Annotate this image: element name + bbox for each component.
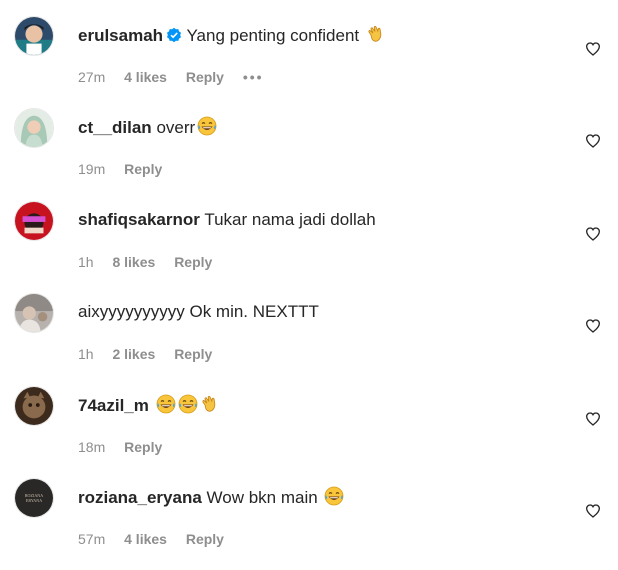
comment-time: 1h — [78, 254, 94, 270]
comment-list: erulsamah Yang penting confident 27m 4 l… — [0, 0, 618, 547]
comment-body: ct__dilan overr — [78, 116, 217, 142]
comment-meta: 57m 4 likes Reply — [78, 530, 239, 548]
likes-count[interactable]: 4 likes — [124, 69, 167, 85]
comment-time: 27m — [78, 69, 106, 85]
comment-body: erulsamah Yang penting confident — [78, 24, 386, 50]
username[interactable]: aixyyyyyyyyyy — [78, 302, 185, 321]
username[interactable]: erulsamah — [78, 26, 163, 45]
comment-text: overr — [156, 118, 196, 137]
tears-of-joy-emoji — [156, 394, 176, 420]
tears-of-joy-emoji — [178, 394, 198, 420]
heart-outline-icon[interactable] — [585, 133, 601, 149]
comment-text: Yang penting confident — [186, 26, 360, 45]
reply-button[interactable]: Reply — [174, 346, 212, 362]
username[interactable]: 74azil_m — [78, 396, 149, 415]
comment-item: ROZIANA ERYANA roziana_eryana Wow bkn ma… — [0, 478, 618, 570]
username[interactable]: roziana_eryana — [78, 488, 202, 507]
comment-item: erulsamah Yang penting confident 27m 4 l… — [0, 16, 618, 108]
avatar[interactable] — [14, 108, 54, 148]
comment-body: 74azil_m — [78, 394, 220, 420]
likes-count[interactable]: 2 likes — [112, 346, 155, 362]
reply-button[interactable]: Reply — [186, 531, 224, 547]
comment-text: Ok min. NEXTTT — [189, 302, 319, 321]
comment-meta: 1h 8 likes Reply — [78, 253, 227, 271]
comment-item: ct__dilan overr 19m Reply — [0, 108, 618, 200]
comment-body: shafiqsakarnor Tukar nama jadi dollah — [78, 209, 376, 231]
comment-time: 57m — [78, 531, 106, 547]
heart-outline-icon[interactable] — [585, 226, 601, 242]
reply-button[interactable]: Reply — [186, 69, 224, 85]
tears-of-joy-emoji — [197, 116, 217, 142]
more-options-button[interactable]: ••• — [243, 69, 264, 85]
clap-hands-emoji — [200, 394, 220, 420]
comment-text: Wow bkn main — [206, 488, 318, 507]
avatar-logo-text: ERYANA — [26, 498, 42, 503]
heart-outline-icon[interactable] — [585, 41, 601, 57]
avatar[interactable] — [14, 16, 54, 56]
reply-button[interactable]: Reply — [174, 254, 212, 270]
comment-meta: 1h 2 likes Reply — [78, 345, 227, 363]
verified-badge-icon — [166, 27, 182, 49]
heart-outline-icon[interactable] — [585, 503, 601, 519]
comment-body: roziana_eryana Wow bkn main — [78, 486, 344, 512]
username[interactable]: ct__dilan — [78, 118, 152, 137]
comment-text: Tukar nama jadi dollah — [204, 210, 376, 229]
likes-count[interactable]: 8 likes — [112, 254, 155, 270]
comment-meta: 27m 4 likes Reply ••• — [78, 68, 279, 86]
avatar[interactable] — [14, 201, 54, 241]
heart-outline-icon[interactable] — [585, 318, 601, 334]
clap-hands-emoji — [366, 24, 386, 50]
likes-count[interactable]: 4 likes — [124, 531, 167, 547]
comment-meta: 18m Reply — [78, 438, 177, 456]
comment-body: aixyyyyyyyyyy Ok min. NEXTTT — [78, 301, 319, 323]
reply-button[interactable]: Reply — [124, 161, 162, 177]
tears-of-joy-emoji — [324, 486, 344, 512]
avatar[interactable]: ROZIANA ERYANA — [14, 478, 54, 518]
comment-item: aixyyyyyyyyyy Ok min. NEXTTT 1h 2 likes … — [0, 293, 618, 385]
reply-button[interactable]: Reply — [124, 439, 162, 455]
comment-time: 18m — [78, 439, 106, 455]
comment-item: shafiqsakarnor Tukar nama jadi dollah 1h… — [0, 201, 618, 293]
avatar[interactable] — [14, 386, 54, 426]
heart-outline-icon[interactable] — [585, 411, 601, 427]
username[interactable]: shafiqsakarnor — [78, 210, 200, 229]
comment-time: 1h — [78, 346, 94, 362]
avatar[interactable] — [14, 293, 54, 333]
comment-time: 19m — [78, 161, 106, 177]
comment-item: 74azil_m 18m Reply — [0, 386, 618, 478]
comment-meta: 19m Reply — [78, 160, 177, 178]
